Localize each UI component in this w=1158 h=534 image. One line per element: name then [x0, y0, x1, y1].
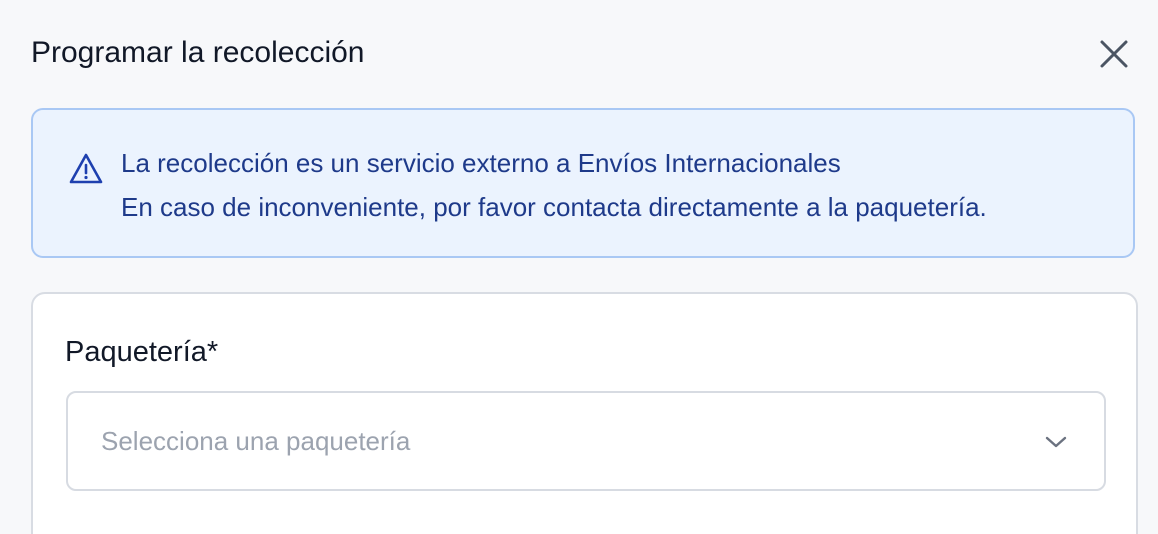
carrier-select[interactable]: Selecciona una paquetería: [66, 391, 1106, 491]
chevron-down-icon: [1045, 436, 1067, 448]
alert-message-line-1: La recolección es un servicio externo a …: [121, 148, 841, 178]
info-alert: La recolección es un servicio externo a …: [31, 108, 1135, 258]
carrier-select-placeholder: Selecciona una paquetería: [101, 426, 411, 456]
close-icon: [1100, 40, 1128, 68]
close-button[interactable]: [1094, 34, 1134, 74]
dialog-title: Programar la recolección: [31, 36, 365, 69]
warning-icon: [69, 153, 103, 184]
schedule-pickup-dialog: Programar la recolección La recolección …: [0, 0, 1158, 534]
carrier-label: Paquetería*: [65, 336, 219, 368]
alert-message-line-2: En caso de inconveniente, por favor cont…: [121, 192, 987, 222]
form-card: Paquetería* Selecciona una paquetería: [31, 292, 1138, 534]
